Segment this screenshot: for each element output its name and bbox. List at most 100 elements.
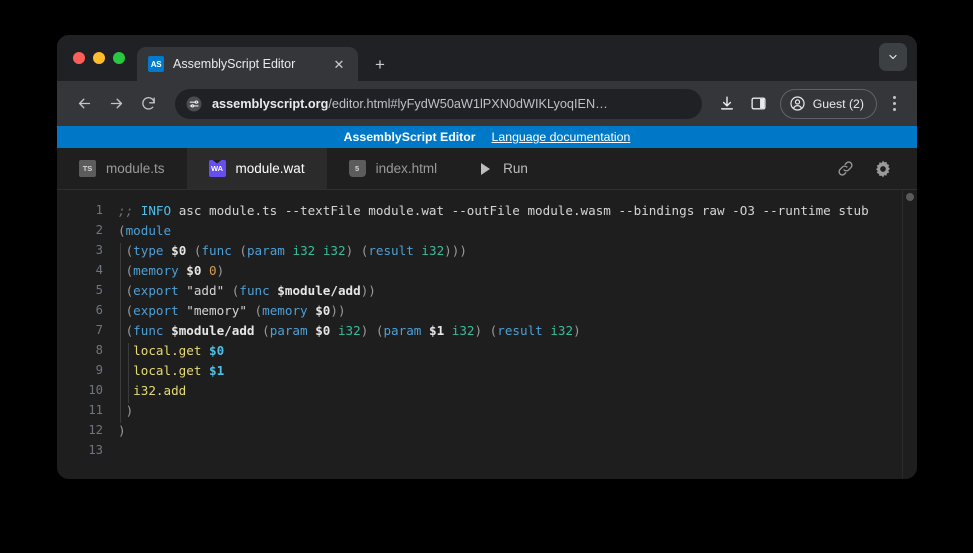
tune-settings-icon[interactable]: [185, 95, 203, 113]
close-icon[interactable]: ✕: [330, 55, 348, 73]
download-icon: [718, 95, 736, 113]
code-token: (: [186, 243, 201, 258]
code-token: ) (: [475, 323, 498, 338]
file-tab-label: module.wat: [236, 161, 305, 176]
code-token: export: [133, 303, 179, 318]
wasm-file-icon: WA: [209, 160, 226, 177]
code-token: 0: [209, 263, 217, 278]
profile-button[interactable]: Guest (2): [780, 89, 877, 119]
indent-guide: [128, 343, 129, 363]
browser-menu-button[interactable]: [881, 89, 907, 119]
line-number: 4: [57, 263, 118, 277]
code-line-text: local.get $1: [118, 363, 224, 378]
play-icon: [481, 163, 490, 175]
file-tab-label: module.ts: [106, 161, 165, 176]
three-dot-menu-icon: [893, 96, 896, 99]
link-icon[interactable]: [836, 159, 855, 178]
tab-module-wat[interactable]: WA module.wat: [187, 148, 327, 189]
address-bar-url: assemblyscript.org/editor.html#lyFydW50a…: [212, 97, 608, 111]
code-line-text: ): [118, 403, 133, 418]
close-window-button[interactable]: [73, 52, 85, 64]
code-line: 7 (func $module/add (param $0 i32) (para…: [57, 320, 902, 340]
code-token: [421, 323, 429, 338]
code-token: local.get: [133, 363, 201, 378]
line-number: 11: [57, 403, 118, 417]
code-token: i32 i32: [292, 243, 345, 258]
line-number: 7: [57, 323, 118, 337]
code-token: (: [255, 323, 270, 338]
menu-dot: [893, 108, 896, 111]
code-token: i32: [421, 243, 444, 258]
forward-button[interactable]: [101, 89, 131, 119]
editor-tools: [836, 148, 917, 189]
code-lines-container[interactable]: 1;; INFO asc module.ts --textFile module…: [57, 190, 902, 479]
indent-guide: [120, 323, 121, 343]
new-tab-button[interactable]: +: [366, 50, 394, 78]
code-token: $module/add: [277, 283, 360, 298]
line-number: 13: [57, 443, 118, 457]
run-button[interactable]: Run: [459, 148, 550, 189]
code-line: 5 (export "add" (func $module/add)): [57, 280, 902, 300]
reload-icon: [140, 95, 157, 112]
account-circle-icon: [789, 95, 806, 112]
code-token: [164, 243, 172, 258]
tab-search-button[interactable]: [879, 43, 907, 71]
indent-guide: [120, 403, 121, 423]
code-editor[interactable]: 1;; INFO asc module.ts --textFile module…: [57, 190, 917, 479]
indent-guide: [120, 363, 121, 383]
minimize-window-button[interactable]: [93, 52, 105, 64]
site-header: AssemblyScript Editor Language documenta…: [57, 126, 917, 148]
window-controls: [67, 35, 137, 81]
indent-guide: [120, 283, 121, 303]
code-line: 11 ): [57, 400, 902, 420]
code-line-text: (memory $0 0): [118, 263, 224, 278]
url-domain: assemblyscript.org: [212, 97, 328, 111]
code-token: param: [270, 323, 308, 338]
code-token: $0: [315, 323, 330, 338]
side-panel-icon: [750, 95, 767, 112]
browser-tab[interactable]: AS AssemblyScript Editor ✕: [137, 47, 358, 81]
code-token: result: [368, 243, 414, 258]
code-token: (: [224, 283, 239, 298]
code-token: ): [573, 323, 581, 338]
code-token: [330, 323, 338, 338]
tab-module-ts[interactable]: TS module.ts: [57, 148, 187, 189]
code-token: ))): [444, 243, 467, 258]
code-line: 10 i32.add: [57, 380, 902, 400]
language-documentation-link[interactable]: Language documentation: [492, 130, 631, 144]
code-token: )): [361, 283, 376, 298]
editor-vertical-scrollbar[interactable]: [902, 190, 917, 479]
line-number: 1: [57, 203, 118, 217]
code-token: (: [118, 223, 126, 238]
code-token: $0: [186, 263, 201, 278]
page-title: AssemblyScript Editor: [344, 130, 476, 144]
file-tab-bar: TS module.ts WA module.wat 5 index.html …: [57, 148, 917, 190]
line-number: 12: [57, 423, 118, 437]
code-line-text: (type $0 (func (param i32 i32) (result i…: [118, 243, 467, 258]
scrollbar-thumb[interactable]: [906, 193, 914, 201]
code-line-text: ;; INFO asc module.ts --textFile module.…: [118, 203, 869, 218]
reload-button[interactable]: [133, 89, 163, 119]
code-token: (: [247, 303, 262, 318]
maximize-window-button[interactable]: [113, 52, 125, 64]
download-button[interactable]: [712, 89, 742, 119]
forward-arrow-icon: [108, 95, 125, 112]
code-token: "add": [186, 283, 224, 298]
side-panel-button[interactable]: [744, 89, 774, 119]
code-token: ) (: [346, 243, 369, 258]
code-line: 3 (type $0 (func (param i32 i32) (result…: [57, 240, 902, 260]
gear-icon[interactable]: [873, 159, 893, 179]
code-line-text: (func $module/add (param $0 i32) (param …: [118, 323, 581, 338]
code-token: result: [497, 323, 543, 338]
address-bar[interactable]: assemblyscript.org/editor.html#lyFydW50a…: [175, 89, 702, 119]
indent-guide: [120, 383, 121, 403]
code-token: memory: [262, 303, 308, 318]
tab-index-html[interactable]: 5 index.html: [327, 148, 460, 189]
code-line-text: i32.add: [118, 383, 186, 398]
back-button[interactable]: [69, 89, 99, 119]
code-token: ) (: [361, 323, 384, 338]
indent-guide: [120, 263, 121, 283]
code-line-text: (export "memory" (memory $0)): [118, 303, 346, 318]
code-line-text: local.get $0: [118, 343, 224, 358]
code-token: ): [217, 263, 225, 278]
